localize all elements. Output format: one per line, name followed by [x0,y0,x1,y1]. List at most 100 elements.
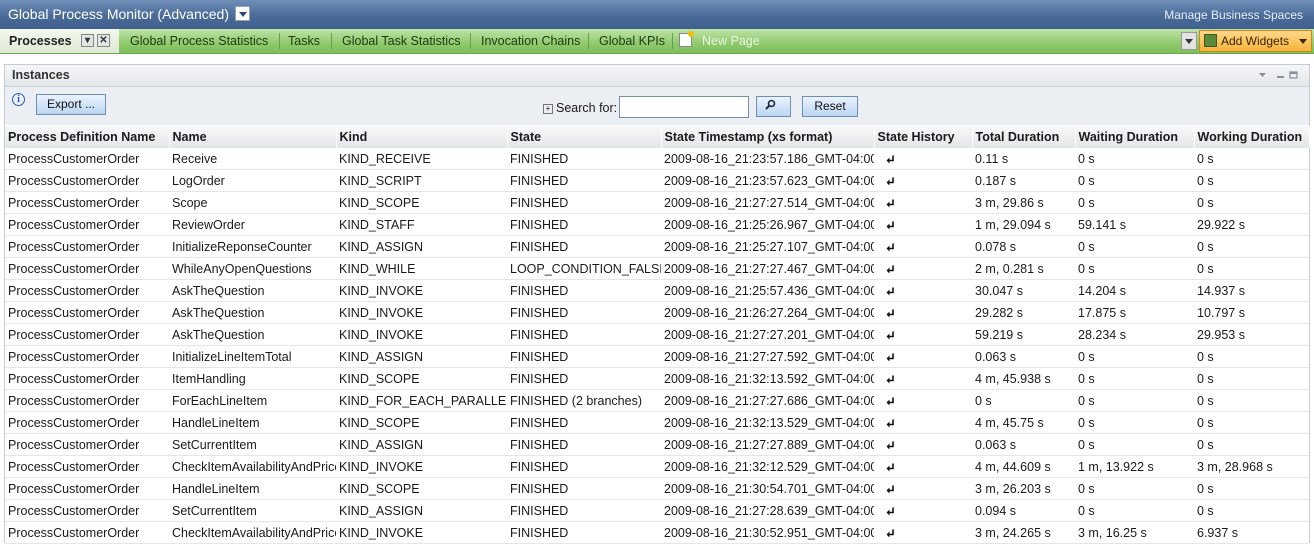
history-arrow-icon[interactable] [886,286,895,297]
history-arrow-icon[interactable] [886,396,895,407]
close-tab-icon[interactable]: ✕ [97,34,110,47]
tab-tasks[interactable]: Tasks [288,29,320,53]
history-arrow-icon[interactable] [886,220,895,231]
state-history-cell[interactable] [874,323,972,346]
tab-global-task-statistics[interactable]: Global Task Statistics [342,29,461,53]
history-arrow-icon[interactable] [886,484,895,495]
timestamp-cell: 2009-08-16_21:25:26.967_GMT-04:00 [661,213,874,236]
minimize-icon[interactable] [1276,71,1285,79]
table-row[interactable]: ProcessCustomerOrder LogOrder KIND_SCRIPT F… [5,169,1309,192]
col-header-name[interactable]: Name [169,126,337,148]
tab-list-dropdown-icon[interactable] [1181,32,1197,50]
history-arrow-icon[interactable] [886,462,895,473]
history-arrow-icon[interactable] [886,242,895,253]
tab-invocation-chains[interactable]: Invocation Chains [481,29,580,53]
timestamp-cell: 2009-08-16_21:27:27.514_GMT-04:00 [661,191,874,214]
table-row[interactable]: ProcessCustomerOrder ReviewOrder KIND_STAF… [5,213,1309,236]
table-row[interactable]: ProcessCustomerOrder CheckItemAvailabilit… [5,455,1309,478]
col-header-state-history[interactable]: State History [874,126,973,148]
state-history-cell[interactable] [874,148,972,170]
tab-new-page[interactable]: New Page [702,29,760,53]
search-toggle[interactable]: + Search for: [543,101,617,115]
table-row[interactable]: ProcessCustomerOrder ItemHandling KIND_SCO… [5,367,1309,390]
table-row[interactable]: ProcessCustomerOrder HandleLineItem KIND_S… [5,411,1309,434]
total-duration-cell: 0.063 s [972,433,1075,456]
state-history-cell[interactable] [874,411,972,434]
state-history-cell[interactable] [874,389,972,412]
history-arrow-icon[interactable] [886,198,895,209]
state-history-cell[interactable] [874,477,972,500]
col-header-process-definition-name[interactable]: Process Definition Name [5,126,170,148]
history-arrow-icon[interactable] [886,352,895,363]
table-row[interactable]: ProcessCustomerOrder SetCurrentItem KIND_A… [5,499,1309,522]
history-arrow-icon[interactable] [886,440,895,451]
history-arrow-icon[interactable] [886,374,895,385]
col-header-total-duration[interactable]: Total Duration [972,126,1076,148]
info-icon[interactable]: i [12,93,25,106]
export-button[interactable]: Export ... [36,94,106,115]
state-history-cell[interactable] [874,521,972,544]
timestamp-cell: 2009-08-16_21:27:28.639_GMT-04:00 [661,499,874,522]
table-row[interactable]: ProcessCustomerOrder SetCurrentItem KIND_A… [5,433,1309,456]
table-header-row: Process Definition Name Name Kind State … [5,126,1310,148]
state-history-cell[interactable] [874,213,972,236]
col-header-state[interactable]: State [507,126,662,148]
table-row[interactable]: ProcessCustomerOrder InitializeReponseCou… [5,235,1309,258]
history-arrow-icon[interactable] [886,506,895,517]
total-duration-cell: 3 m, 24.265 s [972,521,1075,544]
table-row[interactable]: ProcessCustomerOrder AskTheQuestion KIND_I… [5,279,1309,302]
col-header-kind[interactable]: Kind [336,126,508,148]
history-arrow-icon[interactable] [886,528,895,539]
manage-business-spaces-link[interactable]: Manage Business Spaces [1164,8,1303,22]
add-widgets-button[interactable]: Add Widgets [1199,30,1312,52]
state-history-cell[interactable] [874,257,972,280]
panel-menu-icon[interactable] [1258,71,1267,79]
table-row[interactable]: ProcessCustomerOrder HandleLineItem KIND_S… [5,477,1309,500]
state-history-cell[interactable] [874,235,972,258]
state-history-cell[interactable] [874,169,972,192]
history-arrow-icon[interactable] [886,176,895,187]
col-header-state-timestamp[interactable]: State Timestamp (xs format) [661,126,875,148]
table-row[interactable]: ProcessCustomerOrder AskTheQuestion KIND_I… [5,323,1309,346]
maximize-icon[interactable] [1289,71,1298,79]
col-header-waiting-duration[interactable]: Waiting Duration [1075,126,1195,148]
tab-menu-icon[interactable]: ▾ [81,34,94,47]
reset-button[interactable]: Reset [802,96,858,117]
kind-cell: KIND_INVOKE [336,301,507,324]
state-history-cell[interactable] [874,433,972,456]
history-arrow-icon[interactable] [886,330,895,341]
waiting-duration-cell: 0 s [1075,389,1194,412]
new-page-icon[interactable] [679,31,694,47]
history-arrow-icon[interactable] [886,154,895,165]
table-row[interactable]: ProcessCustomerOrder Receive KIND_RECEIVE F… [5,148,1309,170]
history-arrow-icon[interactable] [886,264,895,275]
total-duration-cell: 59.219 s [972,323,1075,346]
waiting-duration-cell: 0 s [1075,235,1194,258]
history-arrow-icon[interactable] [886,308,895,319]
state-history-cell[interactable] [874,455,972,478]
table-row[interactable]: ProcessCustomerOrder AskTheQuestion KIND_I… [5,301,1309,324]
history-arrow-icon[interactable] [886,418,895,429]
search-button[interactable] [756,96,791,117]
table-row[interactable]: ProcessCustomerOrder WhileAnyOpenQuestion… [5,257,1309,280]
tab-global-process-statistics[interactable]: Global Process Statistics [130,29,268,53]
name-cell: CheckItemAvailabilityAndPrice [169,455,336,478]
title-menu-dropdown-icon[interactable] [235,6,250,21]
tab-global-kpis[interactable]: Global KPIs [599,29,665,53]
state-history-cell[interactable] [874,191,972,214]
working-duration-cell: 10.797 s [1194,301,1309,324]
table-row[interactable]: ProcessCustomerOrder CheckItemAvailabilit… [5,521,1309,544]
state-history-cell[interactable] [874,301,972,324]
state-history-cell[interactable] [874,279,972,302]
table-row[interactable]: ProcessCustomerOrder Scope KIND_SCOPE FINIS… [5,191,1309,214]
state-history-cell[interactable] [874,345,972,368]
col-header-working-duration[interactable]: Working Duration [1194,126,1310,148]
timestamp-cell: 2009-08-16_21:26:27.264_GMT-04:00 [661,301,874,324]
state-history-cell[interactable] [874,499,972,522]
tab-bar: Processes ▾ ✕ Global Process Statistics … [0,29,1314,54]
search-input[interactable] [619,96,749,118]
table-row[interactable]: ProcessCustomerOrder ForEachLineItem KIND_… [5,389,1309,412]
tab-processes[interactable]: Processes ▾ ✕ [0,29,119,53]
state-history-cell[interactable] [874,367,972,390]
table-row[interactable]: ProcessCustomerOrder InitializeLineItemTo… [5,345,1309,368]
